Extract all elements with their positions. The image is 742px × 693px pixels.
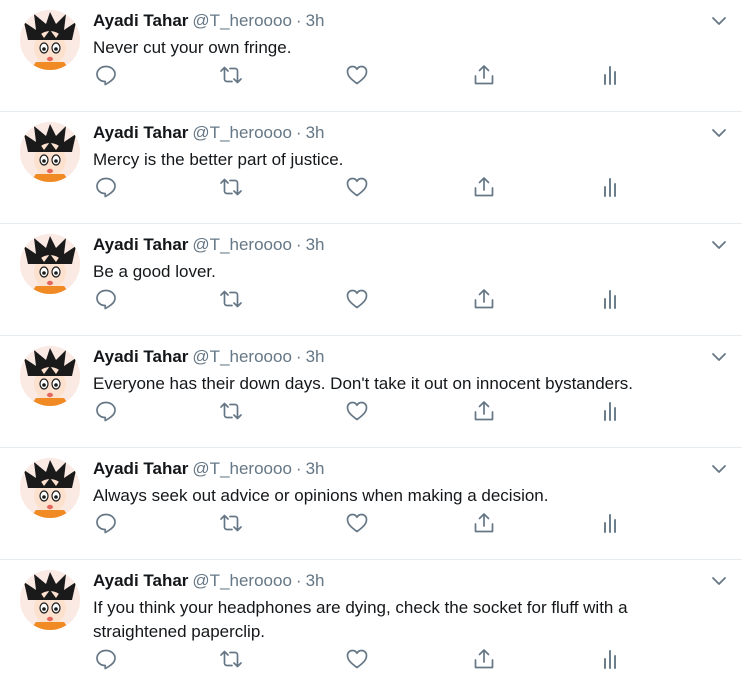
tweet-text: Never cut your own fringe. (93, 38, 292, 57)
tweet-feed: Ayadi Tahar @T_heroooo · 3h Never cut your … (0, 0, 742, 693)
retweet-icon[interactable] (218, 398, 244, 424)
share-icon[interactable] (471, 646, 497, 672)
separator-dot: · (295, 571, 302, 590)
tweet-actions (93, 62, 653, 88)
user-handle[interactable]: @T_heroooo (192, 123, 292, 142)
user-handle[interactable]: @T_heroooo (192, 11, 292, 30)
display-name[interactable]: Ayadi Tahar (93, 11, 188, 30)
goku-avatar-icon (20, 10, 80, 70)
heart-icon[interactable] (344, 286, 370, 312)
user-handle[interactable]: @T_heroooo (192, 235, 292, 254)
retweet-icon[interactable] (218, 646, 244, 672)
tweet-text: Everyone has their down days. Don't take… (93, 374, 634, 393)
analytics-icon[interactable] (598, 510, 624, 536)
separator-dot: · (295, 235, 302, 254)
tweet-header: Ayadi Tahar @T_heroooo · 3h (93, 346, 325, 368)
tweet-actions (93, 286, 653, 312)
heart-icon[interactable] (344, 174, 370, 200)
heart-icon[interactable] (344, 398, 370, 424)
tweet-text: If you think your headphones are dying, … (93, 598, 628, 641)
avatar[interactable] (20, 10, 80, 70)
tweet-actions (93, 510, 653, 536)
tweet[interactable]: Ayadi Tahar @T_heroooo · 3h If you think yo… (0, 560, 742, 693)
tweet[interactable]: Ayadi Tahar @T_heroooo · 3h Everyone has th… (0, 336, 742, 448)
share-icon[interactable] (471, 398, 497, 424)
analytics-icon[interactable] (598, 286, 624, 312)
tweet[interactable]: Ayadi Tahar @T_heroooo · 3h Mercy is the be… (0, 112, 742, 224)
tweet-timestamp[interactable]: 3h (306, 123, 325, 142)
separator-dot: · (295, 347, 302, 366)
separator-dot: · (295, 11, 302, 30)
user-handle[interactable]: @T_heroooo (192, 459, 292, 478)
tweet[interactable]: Ayadi Tahar @T_heroooo · 3h Never cut your … (0, 0, 742, 112)
reply-icon[interactable] (93, 286, 119, 312)
chevron-down-icon[interactable] (710, 572, 728, 590)
tweet-actions (93, 174, 653, 200)
goku-avatar-icon (20, 570, 80, 630)
goku-avatar-icon (20, 122, 80, 182)
tweet-text: Always seek out advice or opinions when … (93, 486, 549, 505)
tweet-timestamp[interactable]: 3h (306, 11, 325, 30)
reply-icon[interactable] (93, 398, 119, 424)
goku-avatar-icon (20, 346, 80, 406)
share-icon[interactable] (471, 286, 497, 312)
tweet-timestamp[interactable]: 3h (306, 347, 325, 366)
tweet-header: Ayadi Tahar @T_heroooo · 3h (93, 234, 325, 256)
goku-avatar-icon (20, 458, 80, 518)
avatar[interactable] (20, 458, 80, 518)
tweet-actions (93, 646, 653, 672)
separator-dot: · (295, 123, 302, 142)
heart-icon[interactable] (344, 62, 370, 88)
share-icon[interactable] (471, 174, 497, 200)
goku-avatar-icon (20, 234, 80, 294)
tweet-timestamp[interactable]: 3h (306, 459, 325, 478)
reply-icon[interactable] (93, 174, 119, 200)
reply-icon[interactable] (93, 646, 119, 672)
analytics-icon[interactable] (598, 174, 624, 200)
retweet-icon[interactable] (218, 286, 244, 312)
avatar[interactable] (20, 570, 80, 630)
tweet-header: Ayadi Tahar @T_heroooo · 3h (93, 122, 325, 144)
retweet-icon[interactable] (218, 62, 244, 88)
user-handle[interactable]: @T_heroooo (192, 571, 292, 590)
avatar[interactable] (20, 122, 80, 182)
avatar[interactable] (20, 346, 80, 406)
display-name[interactable]: Ayadi Tahar (93, 571, 188, 590)
tweet-timestamp[interactable]: 3h (306, 571, 325, 590)
chevron-down-icon[interactable] (710, 236, 728, 254)
tweet-header: Ayadi Tahar @T_heroooo · 3h (93, 458, 325, 480)
display-name[interactable]: Ayadi Tahar (93, 123, 188, 142)
retweet-icon[interactable] (218, 510, 244, 536)
tweet-text: Mercy is the better part of justice. (93, 150, 344, 169)
heart-icon[interactable] (344, 646, 370, 672)
display-name[interactable]: Ayadi Tahar (93, 235, 188, 254)
display-name[interactable]: Ayadi Tahar (93, 347, 188, 366)
analytics-icon[interactable] (598, 62, 624, 88)
heart-icon[interactable] (344, 510, 370, 536)
tweet[interactable]: Ayadi Tahar @T_heroooo · 3h Be a good lover… (0, 224, 742, 336)
avatar[interactable] (20, 234, 80, 294)
separator-dot: · (295, 459, 302, 478)
analytics-icon[interactable] (598, 646, 624, 672)
analytics-icon[interactable] (598, 398, 624, 424)
tweet[interactable]: Ayadi Tahar @T_heroooo · 3h Always seek out… (0, 448, 742, 560)
tweet-header: Ayadi Tahar @T_heroooo · 3h (93, 570, 325, 592)
share-icon[interactable] (471, 62, 497, 88)
display-name[interactable]: Ayadi Tahar (93, 459, 188, 478)
chevron-down-icon[interactable] (710, 348, 728, 366)
tweet-text: Be a good lover. (93, 262, 216, 281)
chevron-down-icon[interactable] (710, 124, 728, 142)
tweet-header: Ayadi Tahar @T_heroooo · 3h (93, 10, 325, 32)
chevron-down-icon[interactable] (710, 12, 728, 30)
retweet-icon[interactable] (218, 174, 244, 200)
user-handle[interactable]: @T_heroooo (192, 347, 292, 366)
reply-icon[interactable] (93, 62, 119, 88)
tweet-actions (93, 398, 653, 424)
share-icon[interactable] (471, 510, 497, 536)
reply-icon[interactable] (93, 510, 119, 536)
chevron-down-icon[interactable] (710, 460, 728, 478)
tweet-timestamp[interactable]: 3h (306, 235, 325, 254)
